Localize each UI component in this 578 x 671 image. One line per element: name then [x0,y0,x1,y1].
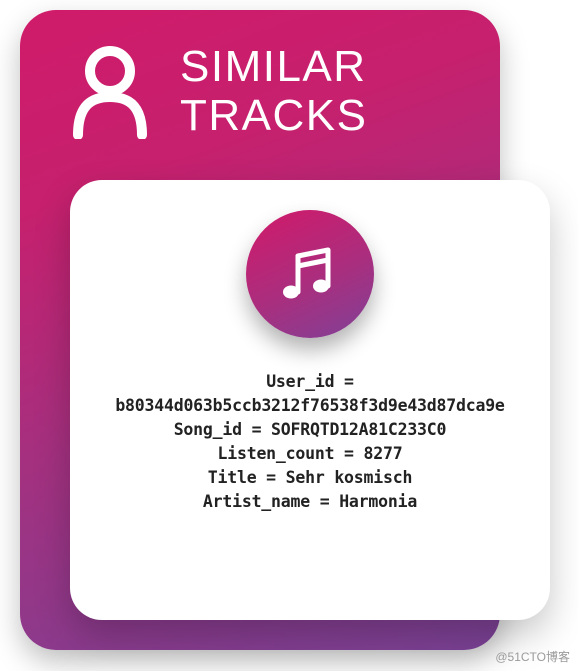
card-header: SIMILAR TRACKS [20,10,500,141]
track-data-block: User_id = b80344d063b5ccb3212f76538f3d9e… [115,370,504,514]
music-icon-badge [246,210,374,338]
artist-name-label: Artist_name [203,492,310,511]
song-id-label: Song_id [174,420,242,439]
watermark: @51CTO博客 [495,648,570,665]
title-line-2: TRACKS [180,91,367,140]
user-id-label: User_id [266,372,334,391]
music-note-icon [278,242,342,306]
track-detail-card: User_id = b80344d063b5ccb3212f76538f3d9e… [70,180,550,620]
track-title-value: Sehr kosmisch [286,468,413,487]
user-icon [70,43,150,139]
title-line-1: SIMILAR [180,42,367,91]
artist-name-value: Harmonia [339,492,417,511]
listen-count-value: 8277 [364,444,403,463]
user-id-value: b80344d063b5ccb3212f76538f3d9e43d87dca9e [115,396,504,415]
track-title-label: Title [208,468,257,487]
song-id-value: SOFRQTD12A81C233C0 [271,420,446,439]
card-title: SIMILAR TRACKS [180,42,367,141]
listen-count-label: Listen_count [218,444,335,463]
